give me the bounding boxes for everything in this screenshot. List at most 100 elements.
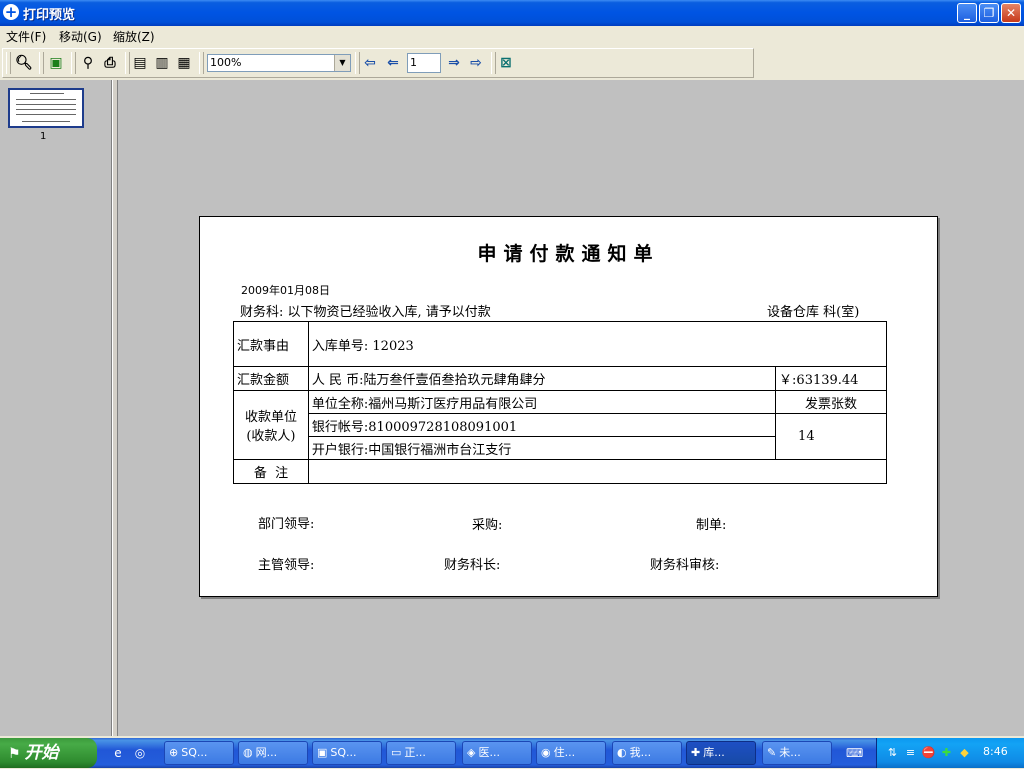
table-row: 备 注 — [233, 459, 888, 484]
page-thumbnail[interactable] — [8, 88, 84, 128]
task-label: SQ... — [330, 746, 357, 759]
zoom-value: 100% — [210, 56, 242, 69]
network-icon[interactable]: ⇅ — [885, 745, 900, 760]
document-title: 申请付款通知单 — [477, 243, 660, 265]
thumbnail-line — [22, 121, 70, 122]
thumbnail-page-number: 1 — [40, 131, 47, 142]
restore-button[interactable]: ❐ — [979, 3, 999, 23]
keyboard-icon[interactable]: ⌨ — [846, 745, 863, 761]
magnifier-icon[interactable]: 🔍︎ — [15, 54, 33, 72]
supervisor-signature: 主管领导: — [258, 558, 315, 573]
task-app-icon: ◈ — [467, 746, 476, 759]
task-button[interactable]: ◈ 医... — [462, 741, 532, 765]
toolbar-separator — [355, 52, 360, 74]
table-row: 汇款金额 人 民 币:陆万叁仟壹佰叁拾玖元肆角肆分 ￥:63139.44 — [233, 366, 887, 391]
finance-chief-signature: 财务科长: — [444, 558, 501, 573]
app-plus-icon: + — [3, 3, 19, 21]
task-app-icon: ⊕ — [169, 746, 179, 759]
last-page-icon[interactable]: ⇨ — [467, 54, 485, 72]
amount-number: ￥:63139.44 — [775, 366, 887, 391]
task-label: 正... — [404, 746, 426, 759]
amount-label: 汇款金额 — [233, 366, 309, 391]
stop-icon[interactable]: ⛔ — [921, 745, 936, 760]
menu-file[interactable]: 文件(F) — [6, 28, 46, 45]
toolbar-separator — [491, 52, 496, 74]
task-button[interactable]: ✎ 未... — [762, 741, 832, 765]
thumbnail-line — [16, 114, 76, 115]
update-icon[interactable]: ✚ — [939, 745, 954, 760]
system-tray: ⇅ ≡ ⛔ ✚ ◆ 8:46 — [876, 738, 1024, 768]
menu-bar: 文件(F) 移动(G) 缩放(Z) — [0, 26, 1024, 46]
table-row: 银行帐号:810009728108091001 14 — [234, 413, 887, 460]
thumbnail-line — [16, 109, 76, 110]
payee-name: 单位全称:福州马斯汀医疗用品有限公司 — [307, 390, 777, 414]
task-app-icon: ◍ — [243, 746, 253, 759]
task-app-icon: ◉ — [541, 746, 551, 759]
payee-label-line1: 收款单位 — [244, 410, 297, 425]
thumbnail-line — [30, 93, 64, 94]
task-app-icon: ◐ — [617, 746, 627, 759]
security-icon[interactable]: ◆ — [957, 745, 972, 760]
print-icon[interactable]: ⎙ — [101, 54, 119, 72]
thumbnail-pane — [0, 80, 112, 736]
document-date: 2009年01月08日 — [241, 284, 330, 297]
close-preview-icon[interactable]: ⊠ — [497, 54, 515, 72]
prev-page-icon[interactable]: ⇐ — [384, 54, 402, 72]
toolbar-separator — [39, 52, 44, 74]
zoom-select[interactable]: 100% ▼ — [207, 54, 351, 72]
toolbar-separator — [199, 52, 204, 74]
task-button[interactable]: ⊕ SQ... — [164, 741, 234, 765]
close-button[interactable]: ✕ — [1001, 3, 1021, 23]
reason-value: 入库单号: 12023 — [307, 321, 888, 367]
toolbar-empty-area — [754, 48, 1024, 78]
task-app-icon: ✚ — [691, 746, 701, 759]
ie-icon[interactable]: e — [110, 745, 126, 761]
print-setup-icon[interactable]: ⚲ — [79, 54, 97, 72]
task-label: 库... — [703, 746, 725, 759]
invoice-count-label: 发票张数 — [775, 390, 887, 414]
first-page-icon[interactable]: ⇦ — [361, 54, 379, 72]
browser-icon[interactable]: ◎ — [132, 745, 148, 761]
task-button-active[interactable]: ✚ 库... — [686, 741, 756, 765]
prepared-by-signature: 制单: — [696, 518, 727, 533]
table-row: 汇款事由 入库单号: 12023 — [233, 321, 888, 367]
bank-account: 银行帐号:810009728108091001 — [307, 413, 777, 437]
task-button[interactable]: ▭ 正... — [386, 741, 456, 765]
task-button[interactable]: ◍ 网... — [238, 741, 308, 765]
task-button[interactable]: ◐ 我... — [612, 741, 682, 765]
payee-label: 收款单位 (收款人) — [233, 390, 309, 460]
window-title: 打印预览 — [23, 8, 76, 23]
thumbnail-line — [16, 104, 76, 105]
next-page-icon[interactable]: ⇒ — [445, 54, 463, 72]
input-method-icon[interactable]: ≡ — [903, 745, 918, 760]
task-button[interactable]: ▣ SQ... — [312, 741, 382, 765]
invoice-count-value: 14 — [775, 413, 887, 460]
page-number-input[interactable]: 1 — [407, 53, 441, 73]
document-department: 设备仓库 科(室) — [767, 305, 860, 320]
reason-label: 汇款事由 — [233, 321, 309, 367]
menu-move[interactable]: 移动(G) — [59, 28, 102, 45]
save-icon[interactable]: ▣ — [47, 54, 65, 72]
task-label: 我... — [629, 746, 652, 759]
menu-zoom[interactable]: 缩放(Z) — [113, 28, 155, 45]
task-label: SQ... — [181, 746, 208, 759]
task-label: 医... — [478, 746, 500, 759]
whole-page-icon[interactable]: ▥ — [153, 54, 171, 72]
minimize-button[interactable]: _ — [957, 3, 977, 23]
window-titlebar: + 打印预览 _ ❐ ✕ — [0, 0, 1024, 26]
task-label: 住... — [553, 746, 576, 759]
task-button[interactable]: ◉ 住... — [536, 741, 606, 765]
task-app-icon: ▣ — [317, 746, 328, 759]
document-notice: 财务科: 以下物资已经验收入库, 请予以付款 — [240, 305, 491, 320]
chevron-down-icon[interactable]: ▼ — [334, 55, 350, 71]
task-label: 未... — [779, 746, 801, 759]
bank-name: 开户银行:中国银行福洲市台江支行 — [307, 436, 777, 460]
multi-page-icon[interactable]: ▦ — [175, 54, 193, 72]
start-button[interactable]: ⚑ 开始 — [0, 738, 97, 768]
toolbar-separator — [125, 52, 130, 74]
finance-review-signature: 财务科审核: — [650, 558, 720, 573]
page-width-icon[interactable]: ▤ — [131, 54, 149, 72]
toolbar-grip[interactable] — [6, 52, 11, 74]
start-label: 开始 — [24, 743, 59, 763]
table-row: 收款单位 (收款人) 单位全称:福州马斯汀医疗用品有限公司 发票张数 — [233, 390, 887, 460]
